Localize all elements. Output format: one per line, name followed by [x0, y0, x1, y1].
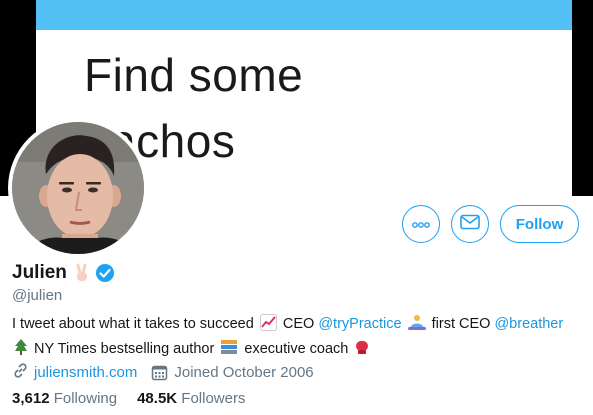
- mention-breather-link[interactable]: @breather: [494, 316, 563, 332]
- profile-meta: juliensmith.com Joined October 2006: [12, 362, 314, 383]
- person-in-lotus-position-icon: [407, 314, 426, 338]
- bio-first-ceo-label: first CEO: [431, 316, 491, 332]
- following-label: Following: [53, 390, 118, 407]
- avatar-photo: [12, 122, 144, 254]
- bio-ceo-label: CEO: [282, 316, 315, 332]
- more-options-button[interactable]: [402, 205, 440, 243]
- followers-stat[interactable]: 48.5K Followers: [137, 390, 245, 407]
- bio-text-1: I tweet about what it takes to succeed: [12, 316, 254, 332]
- display-name: Julien: [12, 262, 67, 283]
- evergreen-tree-icon: [14, 338, 28, 363]
- website-link[interactable]: juliensmith.com: [34, 364, 137, 381]
- boxing-glove-icon: [354, 339, 371, 363]
- calendar-icon: [151, 364, 168, 381]
- verified-badge-icon: [95, 263, 115, 283]
- followers-label: Followers: [181, 390, 246, 407]
- message-button[interactable]: [451, 205, 489, 243]
- envelope-icon: [460, 214, 480, 235]
- victory-hand-icon: [73, 263, 91, 283]
- link-icon: [12, 362, 29, 383]
- profile-handle: @julien: [12, 287, 63, 304]
- profile-name-row: Julien: [12, 262, 115, 284]
- more-icon: [412, 215, 430, 233]
- followers-count: 48.5K: [137, 390, 178, 407]
- chart-increasing-icon: [259, 314, 277, 338]
- following-stat[interactable]: 3,612 Following: [12, 390, 117, 407]
- follow-stats: 3,612 Following 48.5K Followers: [12, 390, 245, 407]
- profile-avatar[interactable]: [8, 118, 148, 258]
- banner-blue-bar: [36, 0, 572, 30]
- bio-text-2: NY Times bestselling author: [34, 341, 215, 357]
- banner-text-line-1: Find some: [84, 49, 304, 101]
- mention-trypractice-link[interactable]: @tryPractice: [318, 316, 401, 332]
- profile-bio: I tweet about what it takes to succeed C…: [12, 314, 587, 363]
- books-icon: [220, 339, 238, 363]
- bio-text-3: executive coach: [244, 341, 349, 357]
- follow-button[interactable]: Follow: [500, 205, 579, 243]
- following-count: 3,612: [12, 390, 50, 407]
- joined-date: Joined October 2006: [174, 364, 314, 381]
